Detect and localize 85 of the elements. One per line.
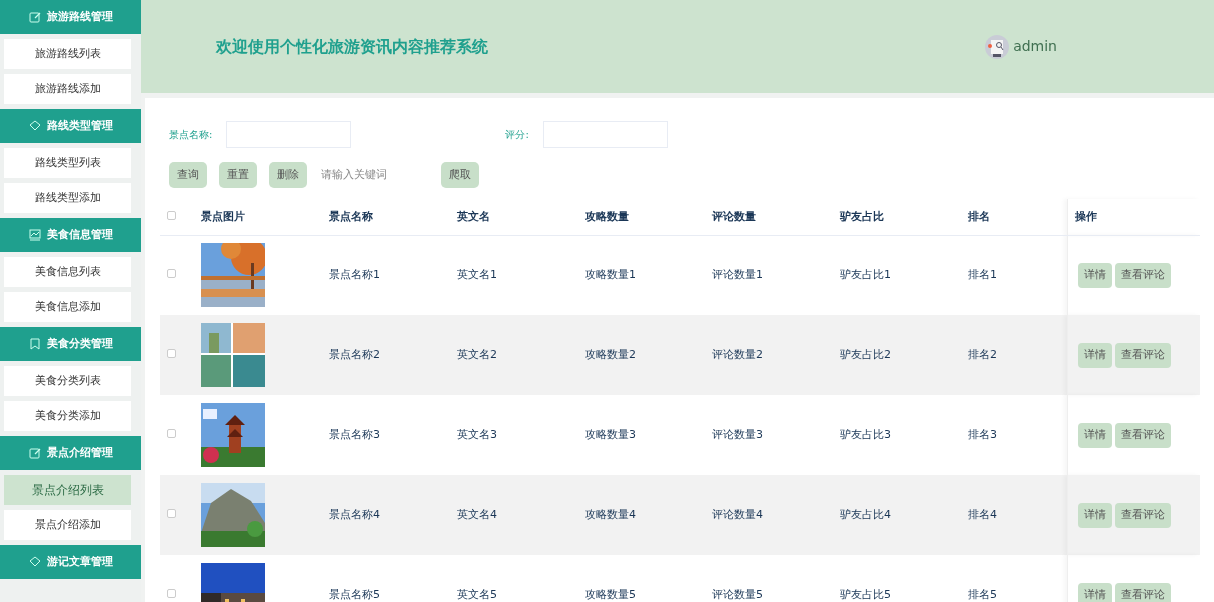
crawl-button[interactable]: 爬取 [441,162,479,188]
column-header: 排名 [968,209,990,223]
sidebar-item[interactable]: 美食信息列表 [4,257,131,287]
table-cell: 排名2 [968,347,997,361]
row-action-button[interactable]: 查看评论 [1114,262,1171,288]
row-action-button[interactable]: 详情 [1077,422,1112,448]
table-cell: 排名1 [968,268,997,281]
column-header: 景点图片 [201,209,245,223]
edit-icon [28,447,41,459]
column-header: 攻略数量 [585,209,629,223]
row-checkbox[interactable] [167,269,176,278]
field-label: 评分: [505,128,529,142]
sidebar-item[interactable]: 旅游路线添加 [4,74,131,104]
table-cell: 攻略数量2 [585,347,636,361]
column-header: 驴友占比 [840,209,884,223]
menu-group-header[interactable]: 旅游路线管理 [0,0,141,34]
table-cell: 景点名称1 [329,268,380,281]
bookmark-icon [28,338,41,350]
row-action-button[interactable]: 查看评论 [1114,422,1171,448]
table-cell: 英文名1 [457,268,497,281]
page-title: 欢迎使用个性化旅游资讯内容推荐系统 [216,35,488,58]
table-cell: 景点名称5 [329,587,380,601]
diamond-icon [28,556,41,568]
row-action-button[interactable]: 查看评论 [1114,502,1171,528]
edit-icon [28,11,41,23]
table-cell: 排名5 [968,587,997,601]
table-cell: 驴友占比3 [840,427,891,441]
action-button[interactable]: 重置 [219,162,257,188]
table-cell: 攻略数量1 [585,268,636,281]
row-checkbox[interactable] [167,508,176,518]
table-cell: 英文名4 [457,507,497,521]
table-cell: 攻略数量3 [585,427,636,441]
menu-group-header[interactable]: 美食信息管理 [0,218,141,252]
table-cell: 景点名称3 [329,427,380,441]
table-cell: 评论数量2 [712,347,763,361]
action-button[interactable]: 删除 [269,162,307,188]
table-cell: 景点名称2 [329,347,380,361]
table-cell: 景点名称4 [329,507,380,521]
sidebar-item[interactable]: 景点介绍列表 [4,475,131,505]
menu-group-header[interactable]: 景点介绍管理 [0,436,141,470]
row-checkbox[interactable] [167,348,176,358]
table-cell: 排名4 [968,507,997,521]
sidebar-item[interactable]: 路线类型添加 [4,183,131,213]
menu-group-header[interactable]: 游记文章管理 [0,545,141,579]
chart-icon [28,229,41,241]
column-header: 英文名 [457,209,490,223]
sidebar-item[interactable]: 美食分类添加 [4,401,131,431]
table-cell: 驴友占比2 [840,347,891,361]
table-cell: 评论数量5 [712,587,763,601]
menu-group-header[interactable]: 美食分类管理 [0,327,141,361]
table-cell: 评论数量3 [712,427,763,441]
select-all-checkbox[interactable] [167,210,176,220]
table-cell: 英文名2 [457,347,497,361]
sidebar-item[interactable]: 美食信息添加 [4,292,131,322]
table-cell: 英文名3 [457,427,497,441]
diamond-icon [28,120,41,132]
column-header: 操作 [1074,209,1097,223]
column-header: 景点名称 [329,209,373,223]
avatar-icon[interactable] [985,34,1010,59]
table-cell: 排名3 [968,427,997,441]
menu-group-header[interactable]: 路线类型管理 [0,109,141,143]
row-action-button[interactable]: 详情 [1077,342,1112,368]
row-action-button[interactable]: 详情 [1077,262,1112,288]
sidebar-item[interactable]: 美食分类列表 [4,366,131,396]
table-cell: 评论数量1 [712,268,763,281]
table-cell: 驴友占比5 [840,587,891,601]
row-checkbox[interactable] [167,428,176,438]
sidebar-item[interactable]: 景点介绍添加 [4,510,131,540]
column-header: 评论数量 [712,209,756,223]
row-checkbox[interactable] [167,588,176,598]
action-button[interactable]: 查询 [169,162,207,188]
row-action-button[interactable]: 详情 [1077,582,1112,602]
row-action-button[interactable]: 查看评论 [1114,342,1171,368]
table-cell: 驴友占比4 [840,507,891,521]
table-cell: 驴友占比1 [840,268,891,281]
table-cell: 英文名5 [457,587,497,601]
user-name[interactable]: admin [1013,36,1057,57]
table-cell: 评论数量4 [712,507,763,521]
sidebar-item[interactable]: 旅游路线列表 [4,39,131,69]
sidebar-item[interactable]: 路线类型列表 [4,148,131,178]
table-cell: 攻略数量4 [585,507,636,521]
table-cell: 攻略数量5 [585,587,636,601]
row-action-button[interactable]: 查看评论 [1114,582,1171,602]
field-label: 景点名称: [169,128,213,142]
row-action-button[interactable]: 详情 [1077,502,1112,528]
